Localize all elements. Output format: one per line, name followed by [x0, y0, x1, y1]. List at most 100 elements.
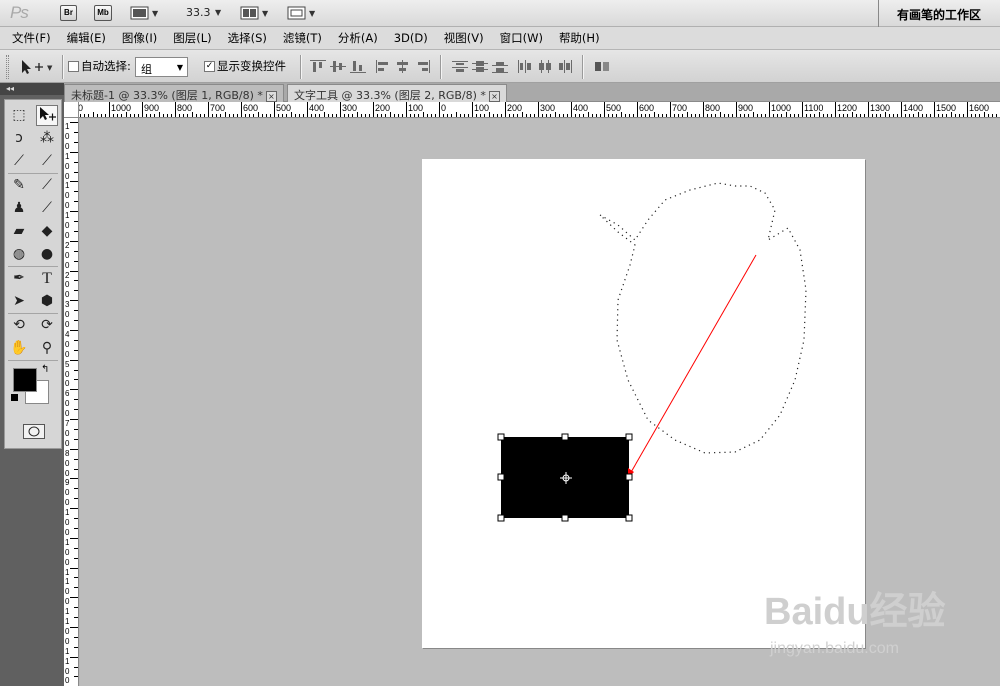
- distribute-bottom-edges-icon[interactable]: [492, 60, 508, 73]
- ruler-label: 0: [65, 221, 70, 230]
- type-tool-icon[interactable]: T: [36, 268, 58, 289]
- ruler-label: 0: [65, 557, 70, 567]
- ruler-tick: [274, 102, 275, 117]
- ruler-tick: [70, 448, 78, 450]
- magic-wand-tool-icon[interactable]: ⁂: [36, 128, 58, 149]
- ruler-minor-tick: [942, 114, 944, 117]
- 3d-orbit-tool-icon[interactable]: ⟳: [36, 315, 58, 336]
- show-transform-checkbox[interactable]: ✓: [204, 61, 215, 72]
- vertical-ruler[interactable]: 1001001001002002003004005006007008009001…: [64, 118, 79, 686]
- zoom-tool-icon[interactable]: ⚲: [36, 338, 58, 359]
- ruler-minor-tick: [162, 114, 164, 117]
- view-extras-button[interactable]: ▼: [130, 5, 162, 21]
- mini-bridge-button[interactable]: Mb: [94, 5, 112, 21]
- workspace-switcher[interactable]: 有画笔的工作区: [878, 0, 1000, 27]
- hand-tool-icon[interactable]: ✋: [8, 338, 30, 359]
- menu-item[interactable]: 选择(S): [220, 30, 275, 46]
- tool-preset-picker[interactable]: ▼: [18, 58, 56, 76]
- menu-item[interactable]: 滤镜(T): [275, 30, 330, 46]
- eyedropper-tool-icon[interactable]: ⟋: [8, 151, 30, 172]
- align-horizontal-centers-icon[interactable]: [395, 60, 411, 73]
- align-left-edges-icon[interactable]: [375, 60, 391, 73]
- lasso-tool-icon[interactable]: ↄ: [8, 128, 30, 149]
- 3d-rotate-tool-icon[interactable]: ⟲: [8, 315, 30, 336]
- menu-item[interactable]: 编辑(E): [59, 30, 114, 46]
- document-canvas[interactable]: [422, 159, 865, 648]
- ruler-minor-tick: [756, 114, 758, 117]
- menu-item[interactable]: 帮助(H): [551, 30, 608, 46]
- pen-tool-icon[interactable]: ✒: [8, 268, 30, 289]
- default-colors-icon[interactable]: [11, 394, 18, 401]
- align-right-edges-icon[interactable]: [415, 60, 431, 73]
- close-icon[interactable]: ×: [265, 91, 277, 102]
- foreground-color-fill[interactable]: [13, 368, 37, 392]
- menu-item[interactable]: 窗口(W): [492, 30, 551, 46]
- ruler-minor-tick: [364, 114, 366, 117]
- ruler-minor-tick: [348, 114, 350, 117]
- history-brush-tool-icon[interactable]: ⟋: [36, 198, 58, 219]
- zoom-dropdown-arrow-icon[interactable]: ▼: [215, 8, 221, 17]
- ruler-minor-tick: [533, 114, 535, 117]
- ruler-minor-tick: [760, 114, 762, 117]
- close-icon[interactable]: ×: [488, 91, 500, 102]
- ruler-minor-tick: [261, 114, 263, 117]
- ruler-tick: [70, 359, 78, 361]
- menu-item[interactable]: 分析(A): [330, 30, 386, 46]
- path-selection-tool-icon[interactable]: ➤: [8, 291, 30, 312]
- options-grip[interactable]: [6, 55, 9, 79]
- align-bottom-edges-icon[interactable]: [350, 60, 366, 73]
- clone-stamp-tool-icon[interactable]: ♟: [8, 198, 30, 219]
- tab-document-2[interactable]: 文字工具 @ 33.3% (图层 2, RGB/8) * ×: [287, 84, 507, 102]
- auto-select-dropdown[interactable]: 组 ▼: [135, 57, 188, 77]
- quick-mask-button[interactable]: [23, 424, 45, 439]
- align-vertical-centers-icon[interactable]: [330, 60, 346, 73]
- dodge-tool-icon[interactable]: ●: [36, 244, 58, 265]
- zoom-level[interactable]: 33.3: [186, 6, 211, 19]
- menu-item[interactable]: 文件(F): [4, 30, 59, 46]
- blur-tool-icon[interactable]: ◍: [8, 244, 30, 265]
- paint-bucket-tool-icon[interactable]: ◆: [36, 221, 58, 242]
- arrange-documents-button[interactable]: ▼: [240, 5, 272, 21]
- menu-item[interactable]: 视图(V): [436, 30, 492, 46]
- ruler-minor-tick: [253, 114, 255, 117]
- swap-colors-icon[interactable]: ↰: [41, 364, 49, 375]
- spot-healing-brush-icon[interactable]: ✎: [8, 175, 30, 196]
- ruler-label: 0: [65, 468, 70, 478]
- align-top-edges-icon[interactable]: [310, 60, 326, 73]
- distribute-vertical-centers-icon[interactable]: [472, 60, 488, 73]
- distribute-left-edges-icon[interactable]: [517, 60, 533, 73]
- crop-tool-icon[interactable]: ⟋: [36, 151, 58, 172]
- menu-item[interactable]: 3D(D): [386, 31, 436, 45]
- distribute-horizontal-centers-icon[interactable]: [537, 60, 553, 73]
- toolbox: ⬚ ↄ ⁂ ⟋ ⟋ ✎ ⟋ ♟ ⟋ ▰ ◆ ◍ ● ✒ T ➤ ⬢ ⟲ ⟳ ✋ …: [4, 99, 62, 449]
- brush-tool-icon[interactable]: ⟋: [36, 175, 58, 196]
- distribute-right-edges-icon[interactable]: [557, 60, 573, 73]
- ruler-minor-tick: [228, 114, 230, 117]
- custom-shape-tool-icon[interactable]: ⬢: [36, 291, 58, 312]
- move-tool-selected-icon[interactable]: [36, 105, 58, 126]
- screen-mode-icon: ▼: [287, 6, 316, 20]
- distribute-top-edges-icon[interactable]: [452, 60, 468, 73]
- horizontal-ruler[interactable]: 0 1000 900 800 700 600 500 400 300 200 100 0 100 200 3…: [64, 102, 1000, 118]
- ruler-tick: [604, 102, 605, 117]
- eraser-tool-icon[interactable]: ▰: [8, 221, 30, 242]
- screen-mode-button[interactable]: ▼: [287, 5, 319, 21]
- auto-align-layers-icon[interactable]: [594, 60, 610, 73]
- panel-collapse-toggle[interactable]: ◂◂: [0, 83, 64, 95]
- bridge-button[interactable]: Br: [60, 5, 77, 21]
- ruler-tick: [835, 102, 836, 117]
- selected-black-rectangle-layer[interactable]: [501, 437, 629, 518]
- ruler-label: 0: [65, 597, 70, 607]
- ruler-minor-tick: [129, 114, 131, 117]
- tab-document-1[interactable]: 未标题-1 @ 33.3% (图层 1, RGB/8) * ×: [64, 84, 284, 102]
- marquee-tool-icon[interactable]: ⬚: [8, 105, 30, 126]
- ruler-minor-tick: [657, 114, 659, 117]
- auto-select-checkbox[interactable]: [68, 61, 79, 72]
- menu-item[interactable]: 图层(L): [165, 30, 219, 46]
- tab-label: 文字工具 @ 33.3% (图层 2, RGB/8) *: [294, 89, 486, 102]
- ruler-label: 100: [408, 103, 424, 113]
- ruler-minor-tick: [430, 114, 432, 117]
- ruler-origin[interactable]: [64, 102, 79, 118]
- ruler-minor-tick: [744, 114, 746, 117]
- menu-item[interactable]: 图像(I): [114, 30, 165, 46]
